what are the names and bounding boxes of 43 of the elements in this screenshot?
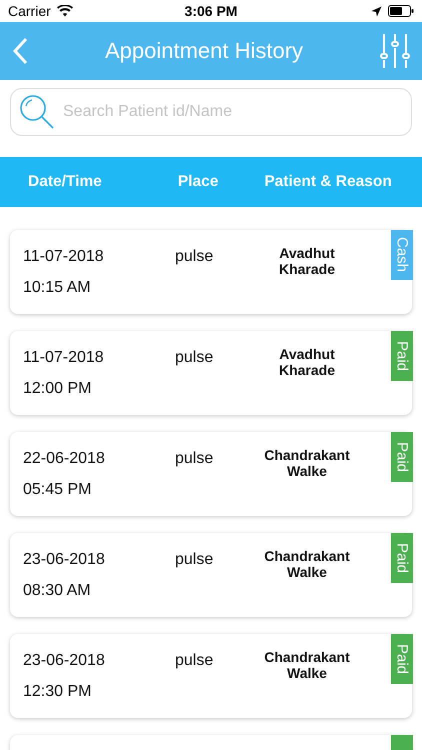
payment-badge: Paid bbox=[391, 432, 413, 482]
patient-name: Avadhut Kharade bbox=[278, 245, 336, 277]
screen-title: Appointment History bbox=[104, 38, 304, 64]
appointment-date: 23-06-2018 bbox=[23, 652, 106, 670]
clock-time: 3:06 PM bbox=[184, 3, 238, 19]
patient-name: Chandrakant Walke bbox=[263, 649, 351, 681]
appointment-card[interactable]: 11-07-2018 10:15 AM pulse Avadhut Kharade Cash bbox=[10, 230, 412, 314]
appointment-card[interactable]: 11-07-2018 12:00 PM pulse Avadhut Kharade Paid bbox=[10, 331, 412, 415]
sliders-icon[interactable] bbox=[380, 34, 410, 68]
search-field[interactable]: Search Patient id/Name bbox=[10, 88, 412, 136]
appointment-card[interactable]: 22-06-2018 05:45 PM pulse Chandrakant Walke Paid bbox=[10, 432, 412, 516]
appointment-date: 23-06-2018 bbox=[23, 551, 106, 569]
appointment-place: pulse bbox=[175, 248, 214, 266]
search-icon bbox=[19, 94, 55, 130]
appointment-date: 11-07-2018 bbox=[23, 349, 105, 367]
patient-name: Chandrakant Walke bbox=[263, 447, 351, 479]
payment-badge: Paid bbox=[391, 331, 413, 381]
column-heading: Patient & Reason bbox=[264, 173, 392, 191]
payment-badge: Paid bbox=[391, 634, 413, 684]
column-heading: Date/Time bbox=[28, 173, 102, 191]
appointment-time: 05:45 PM bbox=[23, 481, 92, 499]
carrier-label: Carrier bbox=[8, 3, 51, 19]
appointment-place: pulse bbox=[175, 349, 214, 367]
appointment-place: pulse bbox=[175, 652, 214, 670]
appointment-date: 22-06-2018 bbox=[23, 450, 106, 468]
appointment-time: 10:15 AM bbox=[23, 279, 92, 297]
payment-badge: Cash bbox=[391, 230, 413, 280]
appointment-time: 12:00 PM bbox=[23, 380, 92, 398]
column-heading: Place bbox=[178, 173, 218, 191]
payment-badge: Paid bbox=[391, 533, 413, 583]
appointment-card[interactable]: 23-06-2018 12:30 PM pulse Chandrakant Walke Paid bbox=[10, 634, 412, 718]
location-arrow-icon bbox=[371, 6, 382, 16]
appointment-time: 08:30 AM bbox=[23, 582, 92, 600]
appointment-time: 12:30 PM bbox=[23, 683, 92, 701]
appointment-card[interactable]: 23-06-2018 08:30 AM pulse Chandrakant Walke Paid bbox=[10, 533, 412, 617]
back-icon[interactable] bbox=[12, 37, 28, 65]
wifi-icon bbox=[56, 5, 73, 17]
appointment-place: pulse bbox=[175, 551, 214, 569]
battery-icon bbox=[388, 5, 414, 17]
appointment-place: pulse bbox=[175, 450, 214, 468]
patient-name: Avadhut Kharade bbox=[278, 346, 336, 378]
patient-name: Chandrakant Walke bbox=[263, 548, 351, 580]
appointment-date: 11-07-2018 bbox=[23, 248, 105, 266]
